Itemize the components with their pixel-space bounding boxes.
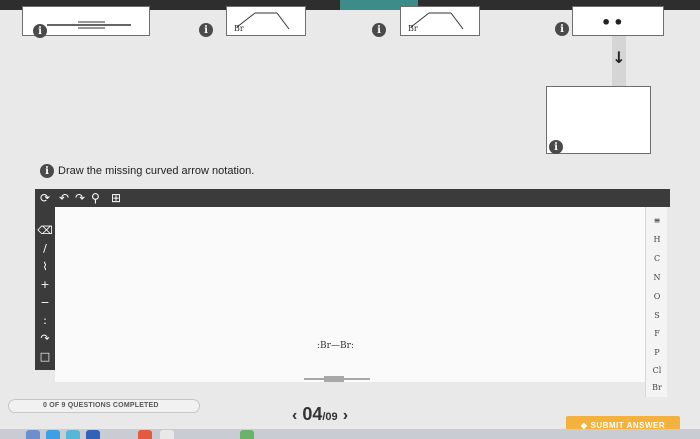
element-n[interactable]: N bbox=[646, 273, 668, 282]
element-palette: ≡ H C N O S F P Cl Br bbox=[645, 207, 667, 397]
element-h[interactable]: H bbox=[646, 235, 668, 244]
mechanism-box-4[interactable]: •• bbox=[572, 6, 664, 36]
element-s[interactable]: S bbox=[646, 311, 668, 320]
plus-charge-icon[interactable]: + bbox=[38, 277, 52, 291]
lone-pair-icon[interactable]: : bbox=[38, 313, 52, 327]
info-icon[interactable]: i bbox=[555, 22, 569, 36]
drawing-canvas[interactable]: :Br—Br: bbox=[55, 207, 645, 382]
element-more-icon[interactable]: ≡ bbox=[646, 215, 668, 225]
info-icon[interactable]: i bbox=[33, 24, 47, 38]
mechanism-box-2[interactable]: Br bbox=[226, 6, 306, 36]
taskbar bbox=[0, 429, 700, 439]
element-f[interactable]: F bbox=[646, 329, 668, 338]
bromine-label: Br bbox=[408, 24, 418, 33]
element-br[interactable]: Br bbox=[646, 383, 668, 392]
element-c[interactable]: C bbox=[646, 254, 668, 263]
prev-question-button[interactable]: ‹ bbox=[292, 407, 297, 424]
eraser-icon[interactable]: ⌫ bbox=[37, 223, 53, 237]
element-p[interactable]: P bbox=[646, 348, 668, 357]
app-icon[interactable] bbox=[86, 430, 100, 439]
template-icon[interactable]: ⊞ bbox=[111, 191, 121, 205]
lone-pair-dots: •• bbox=[601, 13, 626, 32]
question-pager: ‹ 04/09 › bbox=[292, 404, 348, 425]
bromine-label: Br bbox=[234, 24, 244, 33]
next-question-button[interactable]: › bbox=[343, 407, 348, 424]
total-questions: /09 bbox=[322, 411, 338, 423]
zoom-icon[interactable]: ⚲ bbox=[91, 191, 100, 205]
select-icon[interactable]: ⟳ bbox=[40, 191, 50, 205]
chain-icon[interactable]: ⌇ bbox=[38, 259, 52, 273]
element-cl[interactable]: Cl bbox=[646, 366, 668, 375]
info-icon[interactable]: i bbox=[549, 140, 563, 154]
mechanism-box-3[interactable]: Br bbox=[400, 6, 480, 36]
app-icon[interactable] bbox=[138, 430, 152, 439]
redo-icon[interactable]: ↷ bbox=[75, 191, 85, 205]
current-question: 04 bbox=[302, 404, 323, 424]
info-icon[interactable]: i bbox=[40, 164, 54, 178]
info-icon[interactable]: i bbox=[372, 23, 386, 37]
atom-label: Br bbox=[320, 341, 331, 351]
progress-bar: 0 OF 9 QUESTIONS COMPLETED bbox=[8, 399, 200, 413]
br2-molecule[interactable]: :Br—Br: bbox=[317, 341, 354, 351]
bond-line: — bbox=[330, 341, 340, 351]
app-icon[interactable] bbox=[160, 430, 174, 439]
progress-text: 0 OF 9 QUESTIONS COMPLETED bbox=[43, 402, 159, 409]
drawing-toolbar: ⟳ ↶ ↷ ⚲ ⊞ bbox=[35, 189, 670, 207]
app-icon[interactable] bbox=[26, 430, 40, 439]
app-icon[interactable] bbox=[240, 430, 254, 439]
ring-icon[interactable]: □ bbox=[38, 349, 52, 363]
single-bond-icon[interactable]: / bbox=[38, 241, 52, 255]
info-icon[interactable]: i bbox=[199, 23, 213, 37]
minus-charge-icon[interactable]: − bbox=[38, 295, 52, 309]
lone-pair-dots: : bbox=[350, 341, 354, 351]
undo-icon[interactable]: ↶ bbox=[59, 191, 69, 205]
element-o[interactable]: O bbox=[646, 292, 668, 301]
scroll-indicator bbox=[304, 376, 370, 382]
down-arrow-icon: ↓ bbox=[612, 48, 626, 67]
question-prompt: Draw the missing curved arrow notation. bbox=[58, 165, 255, 177]
tool-palette: ⌫ / ⌇ + − : ↷ □ bbox=[35, 207, 55, 370]
atom-label: Br bbox=[339, 341, 351, 351]
curved-arrow-icon[interactable]: ↷ bbox=[38, 331, 52, 345]
app-icon[interactable] bbox=[66, 430, 80, 439]
app-icon[interactable] bbox=[46, 430, 60, 439]
